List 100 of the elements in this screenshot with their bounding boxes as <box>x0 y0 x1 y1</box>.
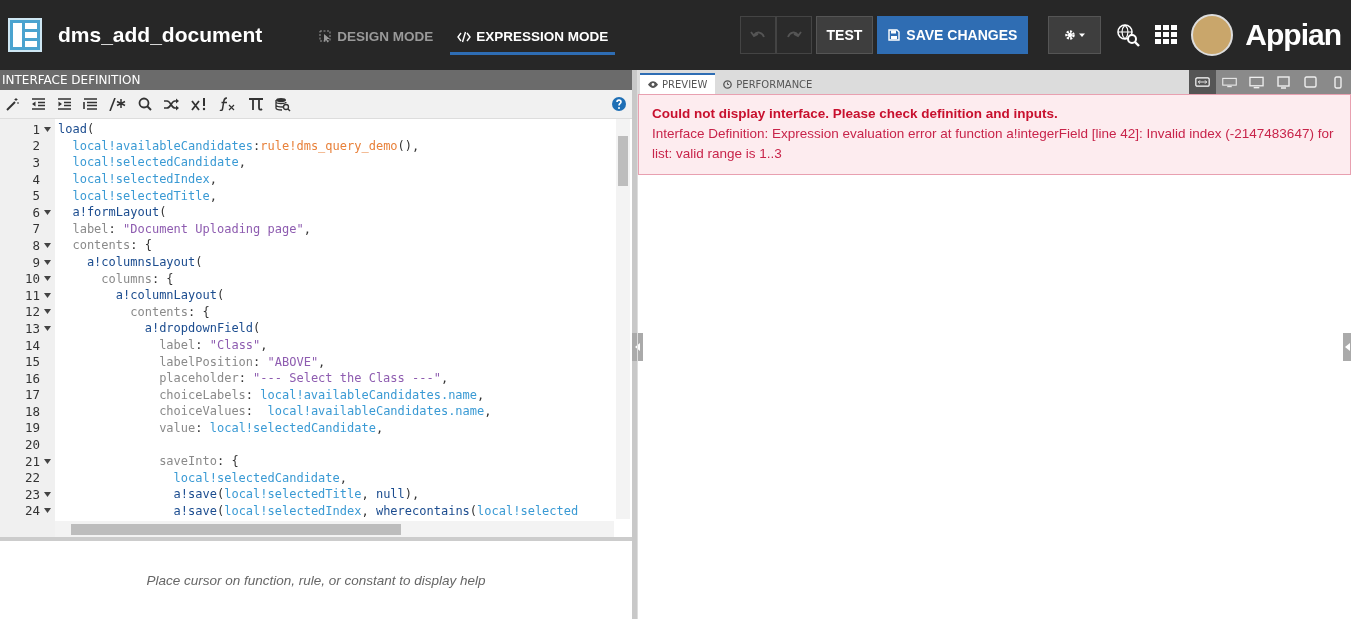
line-number: 1 <box>31 121 40 137</box>
code-line: local!selectedCandidate, <box>172 470 347 485</box>
code-line: a!formLayout( <box>71 205 167 220</box>
line-number: 20 <box>23 437 40 453</box>
database-search-icon[interactable] <box>275 96 291 112</box>
fold-caret-icon[interactable] <box>44 508 51 514</box>
line-number: 16 <box>23 370 40 386</box>
shuffle-icon[interactable] <box>163 97 179 111</box>
line-number: 15 <box>23 354 40 370</box>
code-line: choiceLabels: local!availableCandidates.name, <box>158 387 485 402</box>
line-number: 14 <box>23 337 40 353</box>
line-number: 12 <box>23 304 40 320</box>
preview-tab[interactable]: PREVIEW <box>640 73 716 94</box>
wide-monitor-icon <box>1222 75 1237 89</box>
code-line: label: "Class", <box>158 338 268 352</box>
layout-logo-icon <box>8 18 42 52</box>
vertical-scrollbar[interactable] <box>616 119 630 519</box>
code-line: a!save(local!selectedIndex, wherecontains(local!selected <box>172 503 579 518</box>
collapse-handle[interactable] <box>632 333 643 361</box>
code-line: placeholder: "--- Select the Class ---", <box>158 371 449 386</box>
save-changes-button[interactable]: SAVE CHANGES <box>877 16 1029 54</box>
error-message: Interface Definition: Expression evaluation error at function a!integerField [line 42]: Invalid index (-2147483647) for list: valid range is 1..3 <box>652 125 1335 163</box>
code-line: columns: { <box>100 271 174 286</box>
error-title: Could not display interface. Please check definition and inputs. <box>652 106 1059 121</box>
phone-icon <box>1333 75 1342 89</box>
fold-caret-icon[interactable] <box>44 242 51 248</box>
search-icon[interactable] <box>138 97 152 111</box>
code-line: a!dropdownField( <box>143 321 261 336</box>
clock-icon <box>723 80 733 89</box>
list-lines-icon[interactable] <box>83 98 98 110</box>
help-hint: Place cursor on function, rule, or constant to display help <box>146 572 486 588</box>
horizontal-scrollbar[interactable] <box>55 521 614 537</box>
interface-title: dms_add_document <box>58 23 263 47</box>
settings-button[interactable] <box>1048 16 1102 54</box>
code-line: local!selectedTitle, <box>71 188 217 203</box>
panel-header: INTERFACE DEFINITION <box>0 70 632 90</box>
line-number: 2 <box>31 138 40 154</box>
code-line: load( <box>57 122 95 137</box>
pi-icon[interactable] <box>248 97 264 111</box>
line-number: 6 <box>31 204 40 220</box>
line-number: 7 <box>31 221 40 237</box>
fold-caret-icon[interactable] <box>44 259 51 265</box>
fold-caret-icon[interactable] <box>44 309 51 315</box>
help-icon[interactable] <box>612 97 626 111</box>
line-number: 5 <box>31 188 40 204</box>
apps-grid-icon[interactable] <box>1155 25 1178 45</box>
line-number: 10 <box>23 271 40 287</box>
indent-icon[interactable] <box>57 98 72 110</box>
settings-icon <box>1063 29 1086 41</box>
code-line: local!availableCandidates:rule!dms_query_demo(), <box>71 138 420 153</box>
code-line: label: "Document Uploading page", <box>71 221 311 236</box>
brand-logo: Appian <box>1245 18 1341 52</box>
preview-tab[interactable]: PERFORMANCE <box>715 73 821 94</box>
mode-tab[interactable]: EXPRESSION MODE <box>450 23 616 55</box>
line-number: 23 <box>23 486 40 502</box>
line-number: 18 <box>23 403 40 419</box>
code-line: contents: { <box>71 238 152 253</box>
code-line: choiceValues: local!availableCandidates.name, <box>158 404 492 419</box>
code-line: local!selectedCandidate, <box>71 155 246 170</box>
line-number: 3 <box>31 155 40 170</box>
mode-tab[interactable]: DESIGN MODE <box>312 23 441 55</box>
line-number: 8 <box>31 237 40 253</box>
test-button[interactable]: TEST <box>815 16 874 54</box>
small-monitor-icon <box>1277 75 1290 89</box>
expand-handle[interactable] <box>1343 333 1351 361</box>
tablet-icon <box>1304 76 1317 88</box>
code-line: a!save(local!selectedTitle, null), <box>172 487 420 502</box>
fit-width-icon <box>1195 76 1210 88</box>
line-number: 22 <box>23 470 40 486</box>
code-line: labelPosition: "ABOVE", <box>158 354 326 369</box>
line-number: 4 <box>31 171 40 187</box>
code-line: a!columnLayout( <box>114 288 225 303</box>
outdent-icon[interactable] <box>31 98 46 110</box>
fold-caret-icon[interactable] <box>44 276 51 282</box>
variable-icon[interactable] <box>190 97 208 111</box>
line-number: 24 <box>23 503 40 519</box>
code-line: contents: { <box>129 304 210 319</box>
code-line: value: local!selectedCandidate, <box>158 421 384 435</box>
fold-caret-icon[interactable] <box>44 491 51 497</box>
fold-caret-icon[interactable] <box>44 458 51 464</box>
line-number: 13 <box>23 320 40 336</box>
magic-wand-icon[interactable] <box>6 97 20 111</box>
comment-icon[interactable] <box>109 97 127 111</box>
code-line: a!columnsLayout( <box>85 255 203 270</box>
code-line: local!selectedIndex, <box>71 172 217 187</box>
fold-caret-icon[interactable] <box>44 126 51 132</box>
line-number: 11 <box>23 287 40 303</box>
code-icon <box>457 30 472 43</box>
fold-caret-icon[interactable] <box>44 292 51 298</box>
monitor-icon <box>1249 75 1264 89</box>
fold-caret-icon[interactable] <box>44 325 51 331</box>
eye-icon <box>648 81 658 88</box>
globe-search-icon[interactable] <box>1116 23 1141 47</box>
code-line: saveInto: { <box>158 454 239 469</box>
function-icon[interactable] <box>219 97 237 111</box>
device-size-button[interactable] <box>1189 70 1216 94</box>
line-number: 9 <box>31 254 40 270</box>
line-number: 17 <box>23 387 40 403</box>
fold-caret-icon[interactable] <box>44 209 51 215</box>
user-avatar[interactable] <box>1191 14 1234 56</box>
